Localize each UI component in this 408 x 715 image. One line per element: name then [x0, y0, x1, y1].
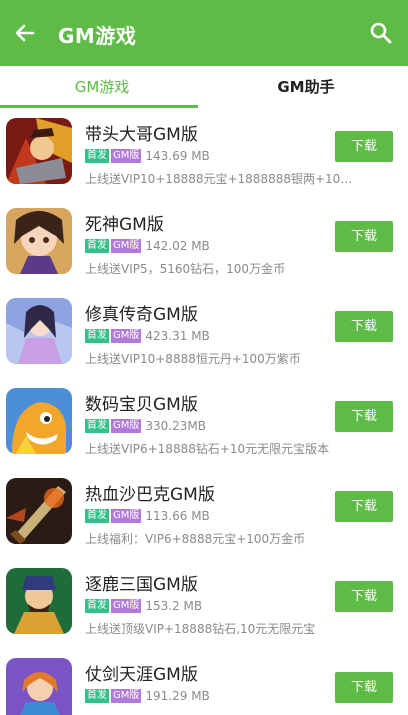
first-release-badge: 首发 — [85, 239, 109, 253]
game-description: 上线送VIP10+18888元宝+1888888银两+10元无… — [85, 172, 355, 186]
game-description: 上线送VIP5，5160钻石，100万金币 — [85, 262, 286, 276]
list-item[interactable]: 仗剑天涯GM版 首发 GM版 191.29 MB 下载 — [0, 648, 408, 715]
game-meta: 首发 GM版 153.2 MB — [85, 598, 202, 614]
list-item[interactable]: 死神GM版 首发 GM版 142.02 MB 上线送VIP5，5160钻石，10… — [0, 198, 408, 289]
list-item[interactable]: 热血沙巴克GM版 首发 GM版 113.66 MB 上线福利：VIP6+8888… — [0, 468, 408, 559]
back-arrow-icon[interactable] — [12, 20, 38, 46]
game-icon[interactable] — [6, 118, 72, 184]
list-item[interactable]: 带头大哥GM版 首发 GM版 143.69 MB 上线送VIP10+18888元… — [0, 108, 408, 199]
file-size: 191.29 MB — [145, 689, 210, 703]
game-meta: 首发 GM版 143.69 MB — [85, 148, 210, 164]
file-size: 330.23MB — [145, 419, 206, 433]
game-icon[interactable] — [6, 658, 72, 715]
game-name: 逐鹿三国GM版 — [85, 575, 198, 595]
first-release-badge: 首发 — [85, 509, 109, 523]
download-button[interactable]: 下载 — [335, 401, 393, 432]
tab-gm-games[interactable]: GM游戏 — [0, 66, 204, 108]
gm-version-badge: GM版 — [111, 239, 142, 253]
gm-version-badge: GM版 — [111, 149, 142, 163]
game-description: 上线送顶级VIP+18888钻石,10元无限元宝 — [85, 622, 316, 636]
game-meta: 首发 GM版 113.66 MB — [85, 508, 210, 524]
gm-version-badge: GM版 — [111, 419, 142, 433]
first-release-badge: 首发 — [85, 689, 109, 703]
download-button[interactable]: 下载 — [335, 581, 393, 612]
game-icon[interactable] — [6, 568, 72, 634]
gm-version-badge: GM版 — [111, 689, 142, 703]
game-name: 死神GM版 — [85, 215, 164, 235]
list-item[interactable]: 数码宝贝GM版 首发 GM版 330.23MB 上线送VIP6+18888钻石+… — [0, 378, 408, 469]
game-name: 数码宝贝GM版 — [85, 395, 198, 415]
file-size: 423.31 MB — [145, 329, 210, 343]
game-meta: 首发 GM版 142.02 MB — [85, 238, 210, 254]
game-icon[interactable] — [6, 388, 72, 454]
gm-version-badge: GM版 — [111, 599, 142, 613]
page-title: GM游戏 — [58, 24, 137, 48]
tab-gm-assistant[interactable]: GM助手 — [204, 66, 408, 108]
game-icon[interactable] — [6, 298, 72, 364]
download-button[interactable]: 下载 — [335, 311, 393, 342]
game-name: 带头大哥GM版 — [85, 125, 198, 145]
gm-version-badge: GM版 — [111, 509, 142, 523]
game-meta: 首发 GM版 330.23MB — [85, 418, 206, 434]
first-release-badge: 首发 — [85, 419, 109, 433]
download-button[interactable]: 下载 — [335, 221, 393, 252]
file-size: 153.2 MB — [145, 599, 203, 613]
game-meta: 首发 GM版 423.31 MB — [85, 328, 210, 344]
game-name: 仗剑天涯GM版 — [85, 665, 198, 685]
search-icon[interactable] — [368, 20, 394, 46]
game-description: 上线福利：VIP6+8888元宝+100万金币 — [85, 532, 306, 546]
download-button[interactable]: 下载 — [335, 672, 393, 703]
game-list: 带头大哥GM版 首发 GM版 143.69 MB 上线送VIP10+18888元… — [0, 108, 408, 715]
game-meta: 首发 GM版 191.29 MB — [85, 688, 210, 704]
game-icon[interactable] — [6, 478, 72, 544]
file-size: 143.69 MB — [145, 149, 210, 163]
first-release-badge: 首发 — [85, 329, 109, 343]
game-icon[interactable] — [6, 208, 72, 274]
list-item[interactable]: 修真传奇GM版 首发 GM版 423.31 MB 上线送VIP10+8888恒元… — [0, 288, 408, 379]
game-name: 修真传奇GM版 — [85, 305, 198, 325]
gm-version-badge: GM版 — [111, 329, 142, 343]
app-bar: GM游戏 — [0, 0, 408, 66]
download-button[interactable]: 下载 — [335, 131, 393, 162]
game-description: 上线送VIP10+8888恒元丹+100万紫币 — [85, 352, 301, 366]
list-item[interactable]: 逐鹿三国GM版 首发 GM版 153.2 MB 上线送顶级VIP+18888钻石… — [0, 558, 408, 649]
first-release-badge: 首发 — [85, 149, 109, 163]
first-release-badge: 首发 — [85, 599, 109, 613]
tab-bar: GM游戏 GM助手 — [0, 66, 408, 109]
download-button[interactable]: 下载 — [335, 491, 393, 522]
file-size: 142.02 MB — [145, 239, 210, 253]
game-description: 上线送VIP6+18888钻石+10元无限元宝版本 — [85, 442, 330, 456]
game-name: 热血沙巴克GM版 — [85, 485, 215, 505]
file-size: 113.66 MB — [145, 509, 210, 523]
